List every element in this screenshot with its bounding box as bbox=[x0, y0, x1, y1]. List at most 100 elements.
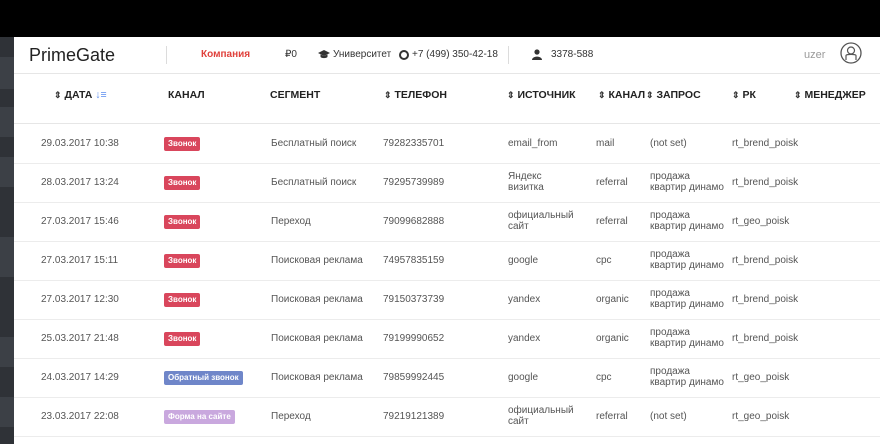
query-cell: продажа bbox=[650, 288, 690, 299]
phone-cell: 79199990652 bbox=[383, 333, 445, 344]
source-cell: yandex bbox=[508, 294, 541, 305]
divider bbox=[166, 46, 167, 64]
phone-cell: 79295739989 bbox=[383, 177, 445, 188]
sidebar bbox=[0, 37, 14, 444]
phone-cell: 79150373739 bbox=[383, 294, 445, 305]
sidebar-item[interactable] bbox=[0, 337, 14, 367]
rk-cell: rt_brend_poisk bbox=[732, 255, 799, 266]
column-query[interactable]: ⇕ ЗАПРОС bbox=[646, 89, 701, 101]
rk-cell: rt_geo_poisk bbox=[732, 216, 790, 227]
table-row[interactable]: 28.03.2017 13:24 Звонок Бесплатный поиск 79… bbox=[14, 163, 880, 203]
sort-icon: ⇕ bbox=[54, 90, 62, 100]
segment-cell: Поисковая реклама bbox=[271, 333, 363, 344]
channel-badge[interactable]: Звонок bbox=[164, 176, 201, 190]
table-row[interactable]: 24.03.2017 14:29 Обратный звонок Поисковая… bbox=[14, 358, 880, 398]
date-cell: 29.03.2017 10:38 bbox=[41, 138, 119, 149]
source-cell: официальный bbox=[508, 405, 574, 416]
phone-cell: 79859992445 bbox=[383, 372, 445, 383]
column-channel[interactable]: КАНАЛ bbox=[168, 89, 205, 101]
table-row[interactable]: 27.03.2017 12:30 Звонок Поисковая реклама 7… bbox=[14, 280, 880, 320]
table-row[interactable]: 23.03.2017 22:08 Форма на сайте Переход 792… bbox=[14, 397, 880, 437]
query-cell: продажа bbox=[650, 366, 690, 377]
avatar-icon[interactable] bbox=[840, 42, 862, 64]
medium-cell: organic bbox=[596, 333, 629, 344]
sort-desc-icon[interactable]: ↓≡ bbox=[95, 89, 106, 101]
sort-icon: ⇕ bbox=[732, 90, 740, 100]
segment-cell: Бесплатный поиск bbox=[271, 138, 357, 149]
date-cell: 27.03.2017 15:46 bbox=[41, 216, 119, 227]
query-cell-line2: квартир динамо bbox=[650, 182, 724, 193]
segment-cell: Переход bbox=[271, 411, 311, 422]
sidebar-item[interactable] bbox=[0, 57, 14, 89]
medium-cell: mail bbox=[596, 138, 615, 149]
channel-badge[interactable]: Звонок bbox=[164, 332, 201, 346]
support-phone: +7 (499) 350-42-18 bbox=[412, 49, 498, 60]
graduation-cap-icon bbox=[318, 50, 330, 59]
column-source-label: ИСТОЧНИК bbox=[517, 89, 576, 101]
sidebar-item[interactable] bbox=[0, 107, 14, 137]
column-source[interactable]: ⇕ ИСТОЧНИК bbox=[507, 89, 576, 101]
balance[interactable]: ₽0 bbox=[285, 49, 297, 60]
medium-cell: referral bbox=[596, 411, 628, 422]
phone-cell: 79282335701 bbox=[383, 138, 445, 149]
university-link[interactable]: Университет bbox=[318, 49, 391, 60]
account-number: 3378-588 bbox=[551, 49, 594, 60]
medium-cell: cpc bbox=[596, 255, 612, 266]
channel-badge[interactable]: Форма на сайте bbox=[164, 410, 235, 424]
channel-badge[interactable]: Звонок bbox=[164, 254, 201, 268]
source-cell-line2: сайт bbox=[508, 221, 529, 232]
username[interactable]: uzer bbox=[804, 49, 825, 61]
table-row[interactable]: 27.03.2017 15:11 Звонок Поисковая реклама 7… bbox=[14, 241, 880, 281]
channel-badge[interactable]: Звонок bbox=[164, 215, 201, 229]
query-cell-line2: квартир динамо bbox=[650, 221, 724, 232]
channel-badge[interactable]: Обратный звонок bbox=[164, 371, 243, 385]
header-bar: PrimeGate Компания ₽0 Университет +7 (49… bbox=[14, 37, 880, 74]
query-cell: продажа bbox=[650, 171, 690, 182]
query-cell-line2: квартир динамо bbox=[650, 260, 724, 271]
table-row[interactable]: 27.03.2017 15:46 Звонок Переход 79099682888… bbox=[14, 202, 880, 242]
column-segment[interactable]: СЕГМЕНТ bbox=[270, 89, 320, 101]
sort-icon: ⇕ bbox=[507, 90, 515, 100]
segment-cell: Поисковая реклама bbox=[271, 294, 363, 305]
main-panel: PrimeGate Компания ₽0 Университет +7 (49… bbox=[14, 37, 880, 444]
query-cell: продажа bbox=[650, 327, 690, 338]
university-label: Университет bbox=[333, 49, 392, 60]
query-cell: продажа bbox=[650, 210, 690, 221]
rk-cell: rt_brend_poisk bbox=[732, 333, 799, 344]
column-phone-label: ТЕЛЕФОН bbox=[394, 89, 447, 101]
source-cell: официальный bbox=[508, 210, 574, 221]
source-cell: Яндекс bbox=[508, 171, 542, 182]
phone-link[interactable]: +7 (499) 350-42-18 bbox=[399, 49, 498, 60]
lifebuoy-icon bbox=[399, 49, 409, 60]
source-cell: yandex bbox=[508, 333, 541, 344]
channel-badge[interactable]: Звонок bbox=[164, 137, 201, 151]
sidebar-item[interactable] bbox=[0, 397, 14, 427]
query-cell: продажа bbox=[650, 249, 690, 260]
query-cell-line2: квартир динамо bbox=[650, 338, 724, 349]
query-cell: (not set) bbox=[650, 411, 687, 422]
column-channel2-label: КАНАЛ bbox=[608, 89, 646, 101]
balance-value: ₽0 bbox=[285, 49, 297, 60]
date-cell: 27.03.2017 12:30 bbox=[41, 294, 119, 305]
column-manager[interactable]: ⇕ МЕНЕДЖЕР bbox=[794, 89, 866, 101]
company-link[interactable]: Компания bbox=[201, 49, 250, 60]
segment-cell: Поисковая реклама bbox=[271, 255, 363, 266]
rk-cell: rt_brend_poisk bbox=[732, 177, 799, 188]
date-cell: 28.03.2017 13:24 bbox=[41, 177, 119, 188]
sidebar-item[interactable] bbox=[0, 157, 14, 187]
column-rk[interactable]: ⇕ РК bbox=[732, 89, 756, 101]
table-row[interactable]: 29.03.2017 10:38 Звонок Бесплатный поиск 79… bbox=[14, 124, 880, 164]
rk-cell: rt_geo_poisk bbox=[732, 411, 790, 422]
column-date-label: ДАТА bbox=[64, 89, 93, 101]
segment-cell: Бесплатный поиск bbox=[271, 177, 357, 188]
column-phone[interactable]: ⇕ ТЕЛЕФОН bbox=[384, 89, 447, 101]
source-cell: google bbox=[508, 255, 539, 266]
column-date[interactable]: ⇕ ДАТА ↓≡ bbox=[54, 89, 107, 101]
column-channel2[interactable]: ⇕ КАНАЛ bbox=[598, 89, 645, 101]
channel-badge[interactable]: Звонок bbox=[164, 293, 201, 307]
sidebar-item[interactable] bbox=[0, 237, 14, 277]
brand-logo[interactable]: PrimeGate bbox=[29, 45, 115, 66]
account-info[interactable]: 3378-588 bbox=[532, 49, 593, 60]
table-row[interactable]: 25.03.2017 21:48 Звонок Поисковая реклама 7… bbox=[14, 319, 880, 359]
rk-cell: rt_brend_poisk bbox=[732, 294, 799, 305]
